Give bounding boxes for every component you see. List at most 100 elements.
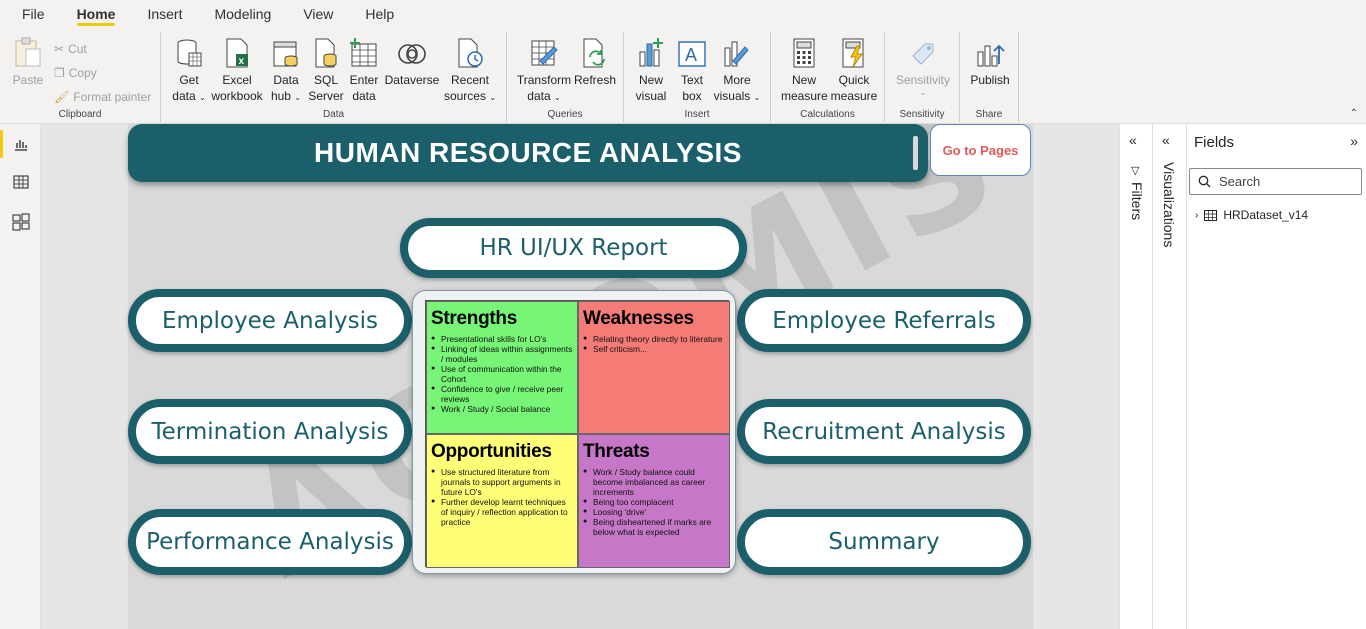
report-title: HUMAN RESOURCE ANALYSIS bbox=[128, 124, 928, 182]
dataset-tree-item[interactable]: › HRDataset_v14 bbox=[1195, 208, 1308, 222]
paste-label: Paste bbox=[12, 73, 44, 87]
menu-insert[interactable]: Insert bbox=[147, 0, 182, 28]
refresh-icon bbox=[583, 38, 605, 68]
recruitment-analysis-button[interactable]: Recruitment Analysis bbox=[737, 399, 1031, 464]
swot-grid: Strengths Presentational skills for LO's… bbox=[425, 300, 730, 568]
report-view-icon bbox=[14, 140, 27, 151]
publish-label: Publish bbox=[970, 73, 1010, 87]
group-label-insert: Insert bbox=[684, 109, 710, 120]
termination-analysis-button[interactable]: Termination Analysis bbox=[128, 399, 412, 464]
data-view-button[interactable] bbox=[0, 164, 41, 200]
menu-home[interactable]: Home bbox=[76, 0, 115, 28]
dataverse-label: Dataverse bbox=[384, 73, 440, 87]
sensitivity-button[interactable]: Sensitivity ⌄ bbox=[891, 34, 955, 98]
quick-measure-label-2: measure bbox=[830, 89, 878, 103]
group-data: Get data ⌄ x Excel workbook Data hub ⌄ SQL S… bbox=[161, 32, 507, 122]
menu-help[interactable]: Help bbox=[365, 0, 394, 28]
weaknesses-list: Relating theory directly to literature S… bbox=[583, 334, 725, 354]
menu-file[interactable]: File bbox=[22, 0, 45, 28]
text-box-icon: A bbox=[678, 41, 706, 67]
swot-image: Strengths Presentational skills for LO's… bbox=[412, 290, 736, 574]
report-view-button[interactable] bbox=[0, 126, 41, 162]
chevron-right-icon[interactable]: › bbox=[1195, 210, 1198, 221]
sensitivity-tag-icon bbox=[912, 43, 934, 65]
swot-weaknesses: Weaknesses Relating theory directly to l… bbox=[578, 301, 730, 434]
copy-button[interactable]: ❐ Copy bbox=[54, 66, 97, 80]
chevron-down-icon: ⌄ bbox=[554, 93, 561, 102]
fields-pane: Fields » › HRDataset_v14 bbox=[1187, 124, 1366, 629]
opportunities-list: Use structured literature from journals … bbox=[431, 467, 573, 527]
new-visual-button[interactable]: New visual bbox=[630, 34, 672, 104]
recent-sources-button[interactable]: Recent sources ⌄ bbox=[443, 34, 497, 106]
filter-icon: ▽ bbox=[1131, 165, 1140, 177]
title-divider bbox=[913, 136, 918, 170]
threats-list: Work / Study balance could become imbala… bbox=[583, 467, 725, 537]
list-item: Confidence to give / receive peer review… bbox=[431, 384, 573, 404]
chevron-down-icon: ⌄ bbox=[294, 93, 302, 102]
text-box-label: Text bbox=[680, 73, 703, 87]
strengths-list: Presentational skills for LO's Linking o… bbox=[431, 334, 573, 414]
group-sensitivity: Sensitivity ⌄ Sensitivity bbox=[885, 32, 960, 122]
threats-title: Threats bbox=[583, 441, 650, 462]
new-measure-label: New bbox=[791, 73, 816, 87]
paste-button[interactable]: Paste bbox=[8, 34, 48, 88]
search-input[interactable] bbox=[1219, 174, 1349, 189]
group-label-clipboard: Clipboard bbox=[58, 109, 102, 120]
collapse-ribbon-icon[interactable]: ⌃ bbox=[1350, 108, 1358, 119]
collapse-filters-icon[interactable]: « bbox=[1129, 132, 1137, 148]
group-insert: New visual A Text box More visuals ⌄ Insert bbox=[624, 32, 771, 122]
new-visual-label: New bbox=[638, 73, 663, 87]
menu-modeling[interactable]: Modeling bbox=[214, 0, 271, 28]
employee-referrals-button[interactable]: Employee Referrals bbox=[737, 289, 1031, 352]
group-label-sensitivity: Sensitivity bbox=[899, 109, 945, 120]
cut-button[interactable]: ✂ Cut bbox=[54, 42, 87, 56]
enter-data-label-2: data bbox=[352, 89, 376, 103]
collapse-fields-icon[interactable]: » bbox=[1350, 133, 1358, 149]
filters-label[interactable]: Filters bbox=[1129, 182, 1145, 220]
sql-label: SQL bbox=[313, 73, 338, 87]
transform-data-button[interactable]: Transform data ⌄ bbox=[515, 34, 573, 106]
hr-report-button[interactable]: HR UI/UX Report bbox=[400, 218, 747, 278]
performance-analysis-button[interactable]: Performance Analysis bbox=[128, 509, 412, 575]
dataverse-button[interactable]: Dataverse bbox=[383, 34, 441, 88]
list-item: Work / Study balance could become imbala… bbox=[583, 467, 725, 497]
employee-analysis-button[interactable]: Employee Analysis bbox=[128, 289, 412, 352]
text-box-label-2: box bbox=[682, 89, 702, 103]
transform-label-2: data bbox=[527, 89, 551, 103]
format-painter-button[interactable]: 🖌 Format painter bbox=[54, 90, 151, 104]
get-data-button[interactable]: Get data ⌄ bbox=[169, 34, 209, 106]
menu-bar: File Home Insert Modeling View Help bbox=[0, 0, 1366, 28]
menu-view[interactable]: View bbox=[303, 0, 333, 28]
list-item: Relating theory directly to literature bbox=[583, 334, 725, 344]
quick-measure-button[interactable]: Quick measure bbox=[829, 34, 879, 104]
excel-workbook-button[interactable]: x Excel workbook bbox=[209, 34, 265, 104]
visualizations-label[interactable]: Visualizations bbox=[1161, 162, 1177, 247]
excel-label: Excel bbox=[222, 73, 252, 87]
publish-button[interactable]: Publish bbox=[966, 34, 1014, 88]
collapse-visualizations-icon[interactable]: « bbox=[1162, 132, 1170, 148]
ribbon: Paste ✂ Cut ❐ Copy 🖌 Format painter Clipboa… bbox=[0, 28, 1366, 124]
group-calculations: New measure Quick measure Calculations bbox=[771, 32, 885, 122]
data-hub-button[interactable]: Data hub ⌄ bbox=[265, 34, 307, 106]
summary-button[interactable]: Summary bbox=[737, 509, 1031, 575]
swot-strengths: Strengths Presentational skills for LO's… bbox=[426, 301, 578, 434]
sql-server-button[interactable]: SQL Server bbox=[307, 34, 345, 104]
sensitivity-label: Sensitivity bbox=[895, 73, 951, 87]
list-item: Loosing 'drive' bbox=[583, 507, 725, 517]
new-measure-button[interactable]: New measure bbox=[781, 34, 828, 104]
recent-label-2: sources bbox=[443, 89, 486, 103]
data-hub-label: Data bbox=[273, 73, 299, 87]
list-item: Use structured literature from journals … bbox=[431, 467, 573, 497]
refresh-button[interactable]: Refresh bbox=[573, 34, 617, 88]
fields-search bbox=[1189, 168, 1362, 195]
sql-label-2: Server bbox=[308, 89, 344, 103]
copy-icon: ❐ bbox=[54, 66, 65, 80]
enter-data-button[interactable]: Enter data bbox=[345, 34, 383, 104]
transform-label: Transform bbox=[516, 73, 572, 87]
more-visuals-button[interactable]: More visuals ⌄ bbox=[712, 34, 762, 106]
excel-icon: x bbox=[226, 38, 248, 68]
text-box-button[interactable]: A Text box bbox=[672, 34, 712, 104]
go-to-pages-button[interactable]: Go to Pages bbox=[930, 124, 1031, 176]
model-view-button[interactable] bbox=[0, 204, 41, 240]
chevron-down-icon: ⌄ bbox=[753, 93, 761, 102]
